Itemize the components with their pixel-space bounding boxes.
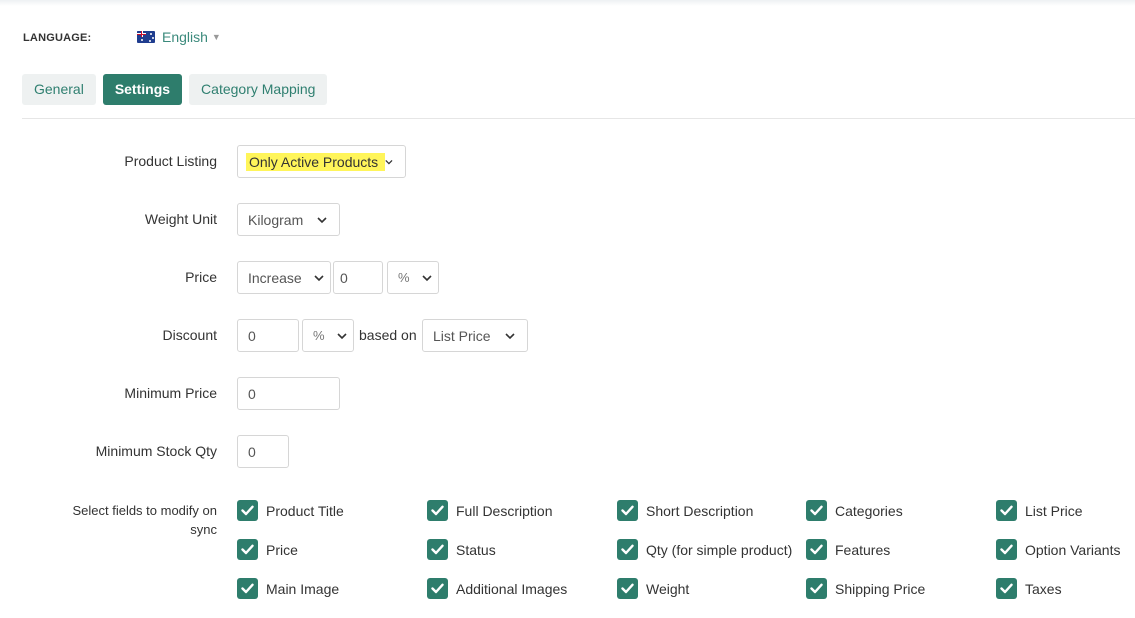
minimum-stock-qty-label: Minimum Stock Qty <box>95 443 217 459</box>
product-listing-label: Product Listing <box>124 153 217 169</box>
checkbox-checked-icon[interactable] <box>617 539 638 560</box>
checkbox-checked-icon[interactable] <box>237 500 258 521</box>
language-selector[interactable]: English ▼ <box>137 29 221 45</box>
minimum-price-label: Minimum Price <box>124 385 217 401</box>
sync-field-label: Additional Images <box>456 580 568 597</box>
tab-bar: General Settings Category Mapping <box>22 74 328 105</box>
sync-field-additional-images[interactable]: Additional Images <box>427 578 567 599</box>
sync-field-weight[interactable]: Weight <box>617 578 689 599</box>
tab-general[interactable]: General <box>22 74 96 105</box>
discount-basis-value: List Price <box>433 327 491 344</box>
price-mode-select[interactable]: Increase <box>237 261 331 294</box>
sync-field-price[interactable]: Price <box>237 539 298 560</box>
checkbox-checked-icon[interactable] <box>806 539 827 560</box>
sync-field-label: Option Variants <box>1025 541 1121 558</box>
sync-field-label: Price <box>266 541 298 558</box>
caret-down-icon: ▼ <box>211 32 221 42</box>
discount-label: Discount <box>162 327 217 343</box>
product-listing-select[interactable]: Only Active Products <box>237 145 406 178</box>
chevron-down-icon <box>505 332 515 339</box>
sync-field-features[interactable]: Features <box>806 539 890 560</box>
price-amount-input[interactable]: 0 <box>333 261 383 294</box>
discount-amount-input[interactable]: 0 <box>237 319 299 352</box>
weight-unit-label: Weight Unit <box>144 211 217 227</box>
checkbox-checked-icon[interactable] <box>806 500 827 521</box>
based-on-text: based on <box>359 327 417 343</box>
discount-unit-select[interactable]: % <box>302 319 354 352</box>
checkbox-checked-icon[interactable] <box>427 539 448 560</box>
weight-unit-value: Kilogram <box>248 211 304 228</box>
sync-field-categories[interactable]: Categories <box>806 500 903 521</box>
checkbox-checked-icon[interactable] <box>617 578 638 599</box>
sync-label-line2: sync <box>190 522 217 537</box>
sync-field-shipping-price[interactable]: Shipping Price <box>806 578 925 599</box>
sync-field-label: Full Description <box>456 502 553 519</box>
sync-field-full-description[interactable]: Full Description <box>427 500 552 521</box>
sync-label-line1: Select fields to modify on <box>72 503 217 518</box>
sync-field-label: Weight <box>646 580 690 597</box>
discount-basis-select[interactable]: List Price <box>422 319 528 352</box>
price-label: Price <box>185 269 217 285</box>
checkbox-checked-icon[interactable] <box>617 500 638 521</box>
chevron-down-icon <box>422 274 432 281</box>
chevron-down-icon <box>314 274 324 281</box>
sync-field-main-image[interactable]: Main Image <box>237 578 339 599</box>
sync-field-label: Product Title <box>266 502 344 519</box>
price-amount-value: 0 <box>340 269 348 286</box>
sync-field-label: List Price <box>1025 502 1083 519</box>
chevron-down-icon <box>385 159 393 164</box>
checkbox-checked-icon[interactable] <box>427 500 448 521</box>
checkbox-checked-icon[interactable] <box>996 539 1017 560</box>
discount-amount-value: 0 <box>248 327 256 344</box>
minimum-price-value: 0 <box>248 385 256 402</box>
price-mode-value: Increase <box>248 269 302 286</box>
price-unit-select[interactable]: % <box>387 261 439 294</box>
sync-field-label: Categories <box>835 502 903 519</box>
australia-flag-icon <box>137 31 155 43</box>
sync-field-label: Qty (for simple product) <box>646 541 793 558</box>
weight-unit-select[interactable]: Kilogram <box>237 203 340 236</box>
sync-field-status[interactable]: Status <box>427 539 496 560</box>
tab-settings[interactable]: Settings <box>102 74 183 105</box>
sync-field-label: Short Description <box>646 502 754 519</box>
minimum-stock-qty-value: 0 <box>248 443 256 460</box>
language-label: LANGUAGE: <box>23 32 92 44</box>
sync-field-label: Features <box>835 541 891 558</box>
sync-field-short-description[interactable]: Short Description <box>617 500 753 521</box>
price-unit-value: % <box>398 270 410 285</box>
sync-field-qty-for-simple-product[interactable]: Qty (for simple product) <box>617 539 792 560</box>
product-listing-value: Only Active Products <box>246 152 386 171</box>
sync-field-label: Shipping Price <box>835 580 926 597</box>
sync-field-label: Taxes <box>1025 580 1062 597</box>
sync-field-product-title[interactable]: Product Title <box>237 500 344 521</box>
sync-fields-label: Select fields to modify on sync <box>40 501 217 539</box>
checkbox-checked-icon[interactable] <box>237 539 258 560</box>
language-selected: English <box>162 29 208 45</box>
chevron-down-icon <box>317 216 327 223</box>
tab-category-mapping[interactable]: Category Mapping <box>189 74 328 105</box>
minimum-price-input[interactable]: 0 <box>237 377 340 410</box>
checkbox-checked-icon[interactable] <box>996 578 1017 599</box>
sync-field-taxes[interactable]: Taxes <box>996 578 1062 599</box>
sync-field-label: Status <box>456 541 496 558</box>
discount-unit-value: % <box>313 328 325 343</box>
checkbox-checked-icon[interactable] <box>237 578 258 599</box>
tab-divider <box>22 118 1135 119</box>
sync-field-list-price[interactable]: List Price <box>996 500 1083 521</box>
checkbox-checked-icon[interactable] <box>806 578 827 599</box>
checkbox-checked-icon[interactable] <box>996 500 1017 521</box>
top-shadow <box>0 0 1135 6</box>
sync-field-label: Main Image <box>266 580 340 597</box>
sync-field-option-variants[interactable]: Option Variants <box>996 539 1120 560</box>
chevron-down-icon <box>337 332 347 339</box>
checkbox-checked-icon[interactable] <box>427 578 448 599</box>
minimum-stock-qty-input[interactable]: 0 <box>237 435 289 468</box>
